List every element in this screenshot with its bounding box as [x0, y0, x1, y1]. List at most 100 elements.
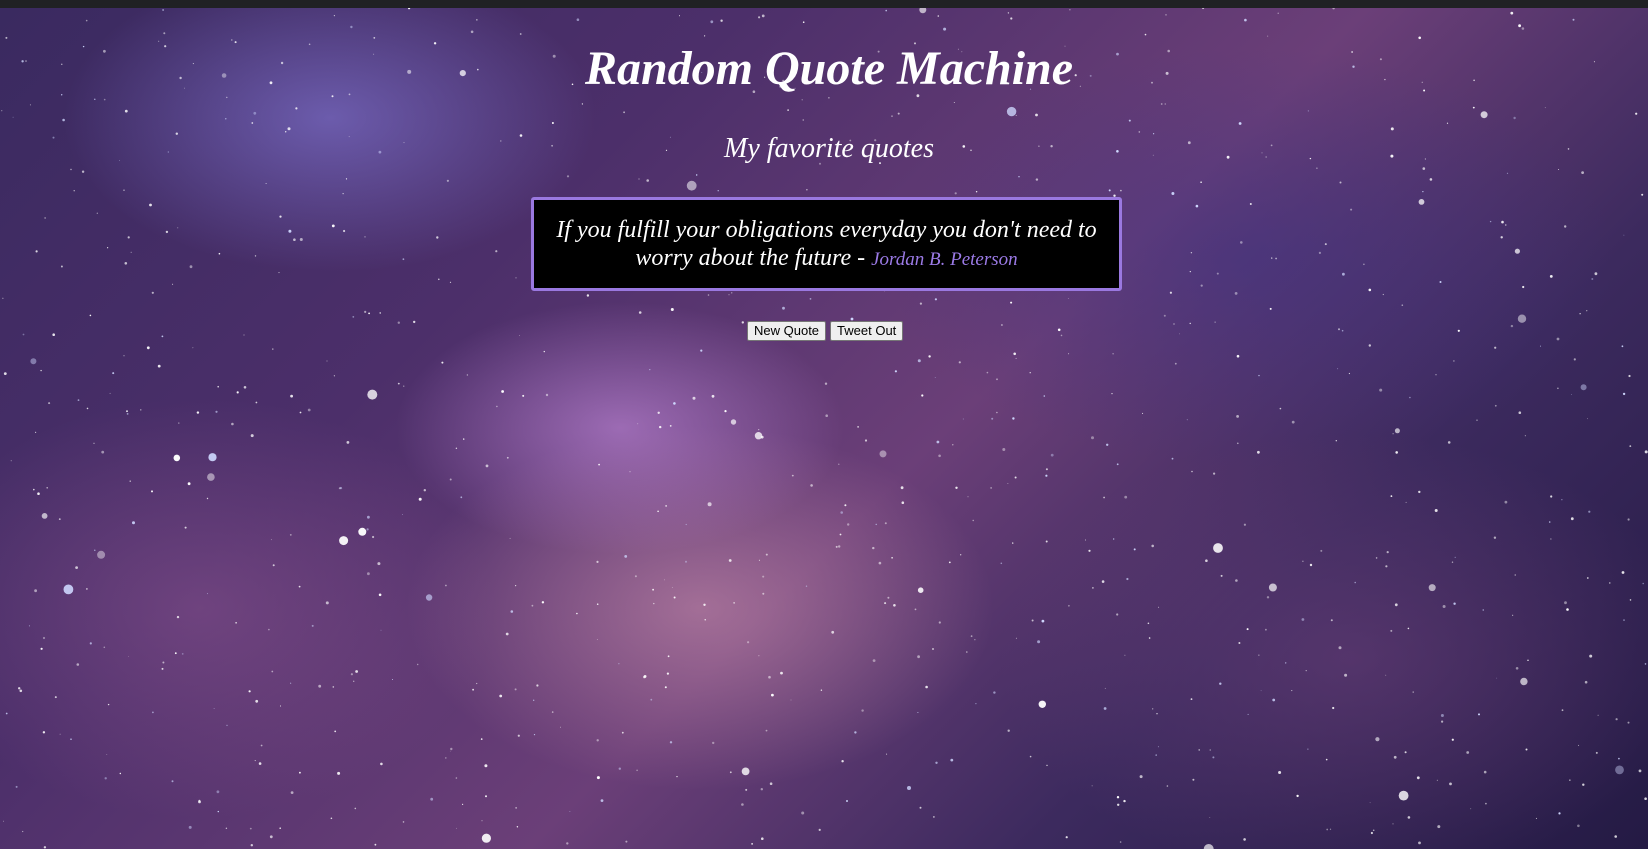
star	[40, 369, 42, 372]
star	[112, 372, 115, 375]
star	[1522, 285, 1525, 289]
star	[446, 179, 449, 182]
star	[1116, 796, 1120, 799]
star	[560, 726, 561, 728]
star	[791, 474, 794, 477]
star	[650, 698, 653, 701]
star	[248, 690, 251, 693]
star	[1644, 797, 1647, 800]
star	[1165, 14, 1167, 16]
star	[1142, 412, 1144, 414]
star	[1124, 654, 1126, 656]
star	[805, 585, 808, 587]
star	[938, 454, 941, 458]
star	[126, 410, 128, 413]
star	[290, 791, 294, 794]
star	[1520, 677, 1528, 686]
star	[769, 782, 773, 785]
star	[1505, 224, 1507, 226]
star	[146, 346, 150, 350]
star	[1179, 333, 1180, 335]
star	[1240, 241, 1243, 244]
star	[1046, 764, 1048, 767]
star	[485, 795, 487, 798]
star	[514, 688, 517, 691]
tweet-out-button[interactable]: Tweet Out	[830, 321, 904, 341]
star	[1068, 604, 1070, 607]
star	[623, 111, 625, 114]
star	[1057, 328, 1061, 332]
star	[1623, 619, 1625, 621]
star	[1641, 193, 1644, 196]
star	[1332, 706, 1335, 710]
star	[1103, 707, 1107, 710]
star	[1014, 476, 1017, 479]
star	[196, 411, 200, 414]
star	[189, 265, 193, 269]
star	[243, 334, 245, 336]
star	[1267, 35, 1269, 37]
star	[787, 109, 789, 111]
star	[1219, 682, 1222, 685]
star	[1379, 388, 1383, 392]
star	[1000, 562, 1003, 565]
star	[1390, 495, 1393, 497]
star	[213, 708, 215, 709]
star	[255, 401, 258, 404]
star	[367, 389, 378, 400]
new-quote-button[interactable]: New Quote	[747, 321, 827, 341]
star	[364, 310, 367, 313]
star	[481, 820, 483, 822]
star	[174, 652, 177, 655]
star	[1580, 384, 1587, 391]
star	[484, 764, 488, 768]
star	[58, 518, 61, 520]
star	[1540, 345, 1541, 347]
star	[1588, 510, 1591, 513]
star	[278, 272, 280, 274]
star	[1500, 236, 1503, 239]
star	[917, 587, 924, 593]
star	[331, 224, 335, 228]
star	[1189, 322, 1191, 325]
star	[1571, 394, 1572, 395]
star	[1561, 499, 1563, 501]
star	[379, 312, 381, 314]
star	[1260, 690, 1262, 692]
star	[149, 203, 152, 207]
star	[1200, 181, 1202, 183]
star	[1296, 794, 1299, 798]
star	[1442, 605, 1446, 608]
star	[996, 378, 998, 381]
star	[1354, 581, 1356, 584]
star	[1482, 609, 1484, 611]
star	[1324, 243, 1327, 246]
star	[824, 382, 828, 385]
star	[703, 603, 706, 606]
star	[198, 799, 201, 802]
star	[728, 294, 730, 296]
star	[679, 15, 680, 17]
star	[1398, 790, 1409, 801]
star	[509, 537, 511, 539]
star	[460, 496, 463, 499]
star	[886, 753, 888, 755]
star	[438, 278, 440, 281]
star	[1428, 584, 1436, 592]
star	[151, 291, 154, 294]
star	[1330, 619, 1333, 622]
star	[225, 827, 228, 829]
star	[250, 434, 254, 438]
star	[70, 738, 72, 740]
star	[900, 486, 904, 490]
star	[1489, 220, 1492, 223]
star	[1472, 106, 1475, 109]
star	[741, 767, 750, 776]
star	[1268, 583, 1277, 592]
star	[919, 8, 927, 14]
star	[1504, 500, 1508, 504]
star	[333, 15, 335, 17]
star	[107, 247, 109, 249]
star	[1582, 783, 1585, 786]
star	[1007, 12, 1010, 14]
